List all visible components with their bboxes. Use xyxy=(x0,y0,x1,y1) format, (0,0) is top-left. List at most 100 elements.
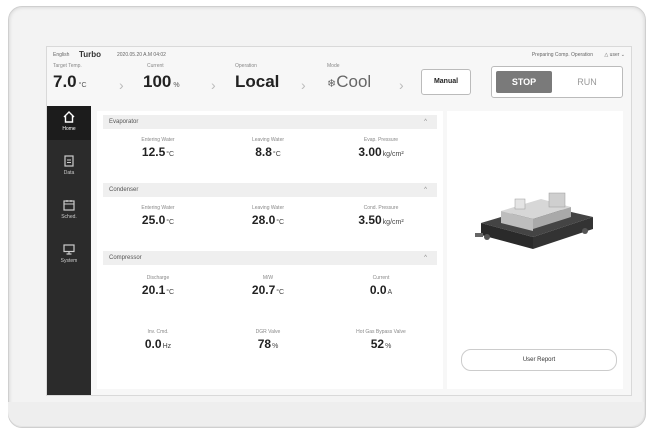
user-report-button[interactable]: User Report xyxy=(461,349,617,371)
metric-label: Evap. Pressure xyxy=(363,137,399,143)
metric-unit: °C xyxy=(166,151,175,158)
comp-mw: M/W 20.7°C xyxy=(223,275,313,297)
condenser-header[interactable]: Condenser ^ xyxy=(103,183,437,197)
datetime: 2020.05.20 A.M 04:02 xyxy=(117,52,166,58)
evaporator-header[interactable]: Evaporator ^ xyxy=(103,115,437,129)
sidebar-item-label: Sched. xyxy=(61,214,77,220)
home-icon xyxy=(63,111,75,123)
metric-unit: Hz xyxy=(162,343,172,350)
sidebar-item-label: Home xyxy=(62,126,76,132)
collapse-icon: ^ xyxy=(424,119,427,125)
manual-button[interactable]: Manual xyxy=(421,69,471,95)
evaporator-title: Evaporator xyxy=(109,119,139,125)
target-temp-unit: °C xyxy=(78,82,87,89)
metric-label: Entering Water xyxy=(141,205,175,211)
comp-current: Current 0.0A xyxy=(331,275,431,297)
metric-value: 20.1 xyxy=(141,283,166,297)
metric-value: 12.5 xyxy=(141,145,166,159)
metric-value: 78 xyxy=(257,337,272,351)
user-icon: △ xyxy=(604,52,609,58)
metric-unit: % xyxy=(385,343,392,350)
run-stop-toggle: STOP RUN xyxy=(491,66,623,98)
chevron-right-icon: › xyxy=(211,77,216,93)
metric-value: 52 xyxy=(370,337,385,351)
sidebar: Home Data Sched. System xyxy=(47,106,91,395)
evaporator-section: Evaporator ^ Entering Water 12.5°C Leavi… xyxy=(103,115,437,177)
metric-value: 8.8 xyxy=(255,145,272,159)
current-unit: % xyxy=(173,82,180,89)
comp-discharge: Discharge 20.1°C xyxy=(113,275,203,297)
metric-label: Entering Water xyxy=(141,137,175,143)
metric-label: M/W xyxy=(262,275,274,281)
metric-unit: °C xyxy=(272,151,281,158)
top-status-bar: English Turbo 2020.05.20 A.M 04:02 Prepa… xyxy=(47,47,631,61)
document-icon xyxy=(64,155,74,167)
evap-entering-water: Entering Water 12.5°C xyxy=(113,137,203,159)
metric-label: Hot Gas Bypass Valve xyxy=(356,329,406,335)
metric-unit: kg/cm² xyxy=(382,219,404,226)
chevron-right-icon: › xyxy=(301,77,306,93)
snowflake-icon: ❄ xyxy=(327,78,337,90)
metric-value: 20.7 xyxy=(251,283,276,297)
cond-entering-water: Entering Water 25.0°C xyxy=(113,205,203,227)
compressor-header[interactable]: Compressor ^ xyxy=(103,251,437,265)
cond-pressure: Cond. Pressure 3.50kg/cm² xyxy=(331,205,431,227)
user-menu[interactable]: △ user ⌄ xyxy=(604,52,625,58)
sidebar-item-system[interactable]: System xyxy=(47,238,91,272)
metric-unit: A xyxy=(387,289,393,296)
operation-status: Preparing Comp. Operation xyxy=(531,52,593,58)
metric-label: Cond. Pressure xyxy=(363,205,399,211)
sidebar-item-data[interactable]: Data xyxy=(47,150,91,184)
chevron-right-icon: › xyxy=(119,77,124,93)
language-selector[interactable]: English xyxy=(53,52,69,58)
summary-header: Target Temp. 7.0 °C › Current 100% › Oper… xyxy=(47,63,631,101)
metric-unit: °C xyxy=(276,289,285,296)
device-bezel xyxy=(8,402,644,426)
evap-leaving-water: Leaving Water 8.8°C xyxy=(223,137,313,159)
metric-label: Leaving Water xyxy=(251,205,285,211)
metric-unit: % xyxy=(272,343,279,350)
condenser-title: Condenser xyxy=(109,187,139,193)
collapse-icon: ^ xyxy=(424,187,427,193)
metric-unit: kg/cm² xyxy=(382,151,404,158)
collapse-icon: ^ xyxy=(424,255,427,261)
metric-label: Leaving Water xyxy=(251,137,285,143)
metric-value: 28.0 xyxy=(251,213,276,227)
metric-value: 0.0 xyxy=(144,337,162,351)
comp-inv-cmd: Inv. Cmd. 0.0Hz xyxy=(113,329,203,351)
calendar-icon xyxy=(63,200,75,211)
metric-unit: °C xyxy=(166,289,175,296)
user-name: user xyxy=(609,52,620,58)
metric-unit: °C xyxy=(276,219,285,226)
sidebar-item-label: System xyxy=(60,258,78,264)
metric-label: Discharge xyxy=(146,275,170,281)
equipment-panel: User Report xyxy=(447,111,623,389)
operation-value: Local xyxy=(235,72,280,91)
run-button[interactable]: RUN xyxy=(558,71,616,93)
compressor-title: Compressor xyxy=(109,255,142,261)
metric-label: Current xyxy=(372,275,390,281)
metric-value: 25.0 xyxy=(141,213,166,227)
metric-label: DGR Valve xyxy=(255,329,281,335)
cond-leaving-water: Leaving Water 28.0°C xyxy=(223,205,313,227)
brand-label: Turbo xyxy=(79,50,102,59)
condenser-section: Condenser ^ Entering Water 25.0°C Leavin… xyxy=(103,183,437,245)
chevron-down-icon: ⌄ xyxy=(620,52,625,58)
metric-value: 3.00 xyxy=(358,145,382,159)
metric-label: Inv. Cmd. xyxy=(147,329,169,335)
sidebar-item-home[interactable]: Home xyxy=(47,106,91,140)
target-temp-label: Target Temp. xyxy=(53,63,82,69)
chiller-illustration xyxy=(475,192,593,249)
sidebar-item-label: Data xyxy=(63,170,75,176)
comp-dgr-valve: DGR Valve 78% xyxy=(223,329,313,351)
chevron-right-icon: › xyxy=(399,77,404,93)
stop-button[interactable]: STOP xyxy=(496,71,552,93)
mode-value: Cool xyxy=(336,72,372,91)
sidebar-item-sched[interactable]: Sched. xyxy=(47,194,91,228)
operation-label: Operation xyxy=(235,63,257,69)
hmi-screen: English Turbo 2020.05.20 A.M 04:02 Prepa… xyxy=(46,46,632,396)
metric-value: 3.50 xyxy=(358,213,382,227)
current-label: Current xyxy=(147,63,164,69)
monitor-icon xyxy=(63,244,75,255)
metric-unit: °C xyxy=(166,219,175,226)
